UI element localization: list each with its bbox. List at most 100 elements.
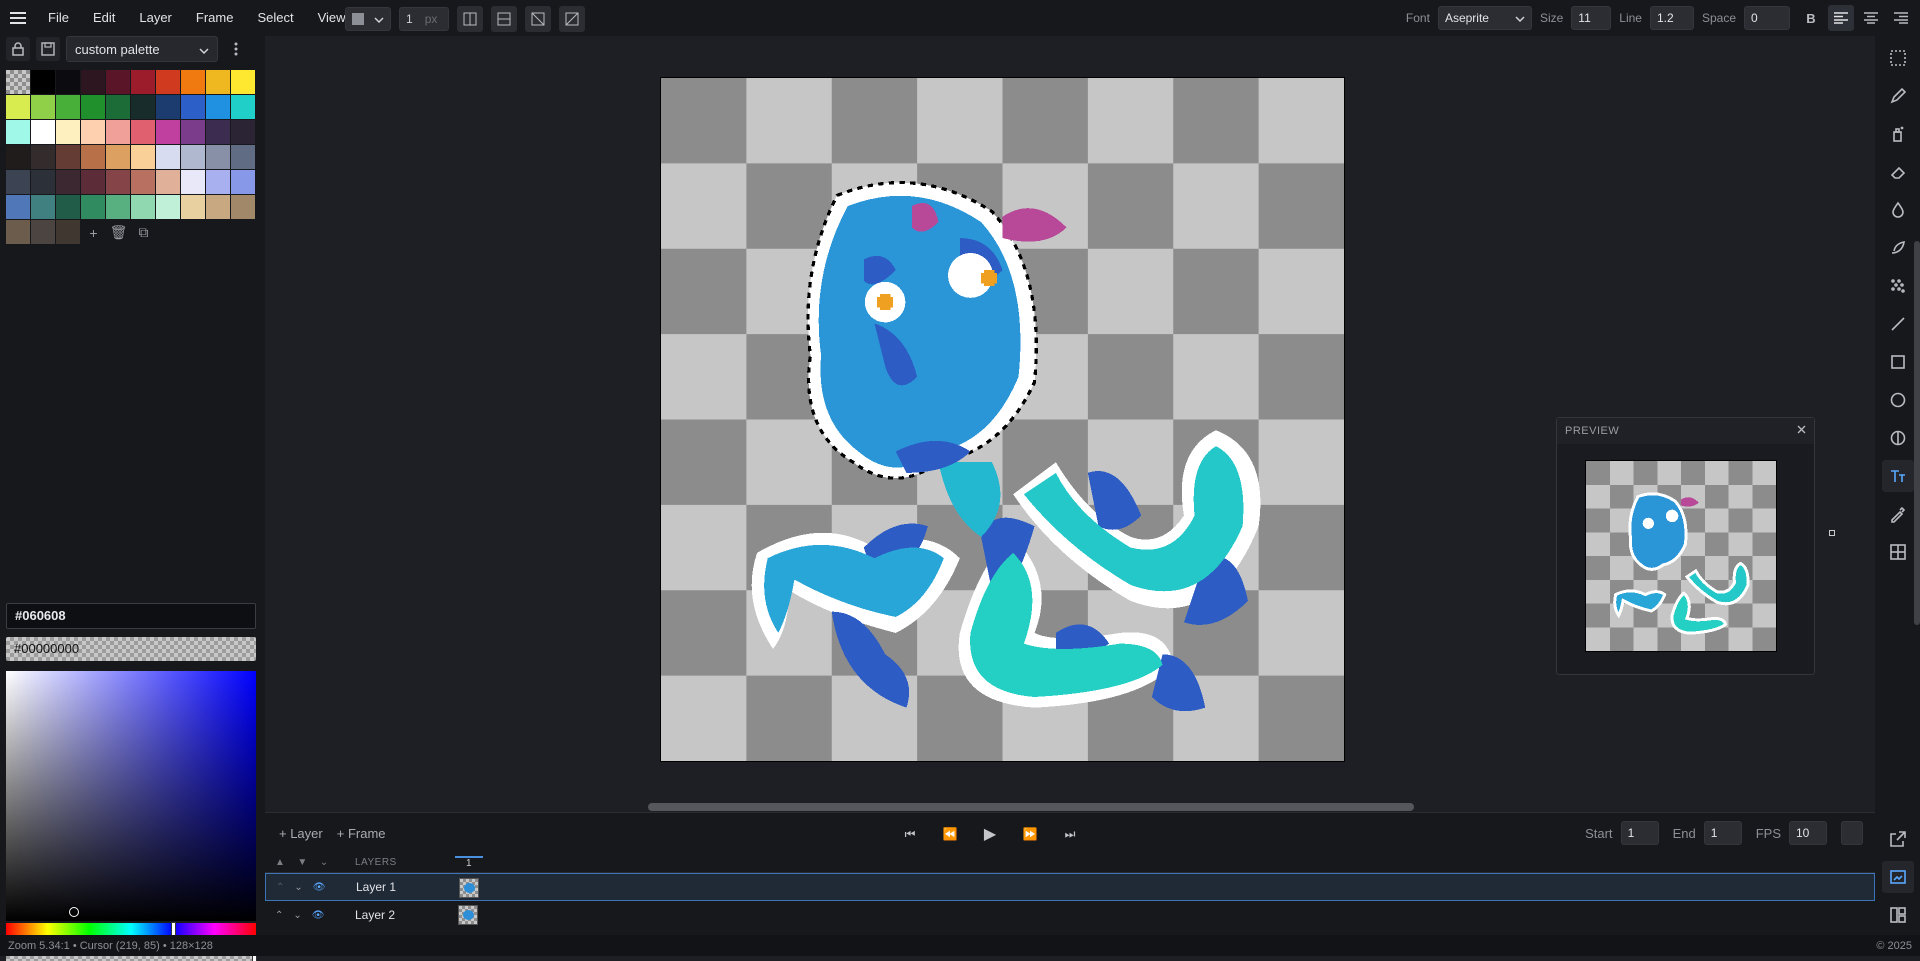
merge-down-icon[interactable]: ⌄	[320, 857, 329, 868]
palette-swatch[interactable]	[156, 70, 180, 94]
chevron-down-icon[interactable]: ⌄	[294, 882, 302, 893]
palette-swatch[interactable]	[156, 95, 180, 119]
horizontal-scrollbar[interactable]	[648, 803, 1414, 811]
line-height-input[interactable]: 1.2	[1649, 6, 1694, 30]
sv-picker-knob[interactable]	[69, 907, 79, 917]
more-options-icon[interactable]	[224, 37, 248, 61]
add-layer-button[interactable]: + Layer	[279, 826, 323, 841]
font-select[interactable]: Aseprite	[1437, 6, 1532, 30]
lock-icon[interactable]	[6, 37, 30, 61]
palette-swatch[interactable]	[206, 95, 230, 119]
dither-tool-icon[interactable]	[1882, 270, 1914, 302]
palette-swatch[interactable]	[156, 120, 180, 144]
layer-frame-thumbnail[interactable]	[458, 905, 478, 925]
palette-swatch[interactable]	[106, 120, 130, 144]
menu-select[interactable]: Select	[245, 0, 305, 36]
menu-file[interactable]: File	[36, 0, 81, 36]
palette-swatch[interactable]	[56, 145, 80, 169]
palette-swatch[interactable]	[81, 195, 105, 219]
palette-swatch[interactable]	[131, 195, 155, 219]
palette-swatch[interactable]	[106, 170, 130, 194]
palette-swatch[interactable]	[156, 145, 180, 169]
palette-swatch[interactable]	[31, 220, 55, 244]
end-frame-input[interactable]: 1	[1703, 821, 1742, 845]
eraser-tool-icon[interactable]	[1882, 156, 1914, 188]
export-icon[interactable]	[1882, 823, 1914, 855]
palette-swatch[interactable]	[206, 120, 230, 144]
palette-swatch[interactable]	[106, 195, 130, 219]
palette-swatch[interactable]	[31, 145, 55, 169]
palette-swatch[interactable]	[206, 145, 230, 169]
bold-button[interactable]: B	[1798, 5, 1824, 31]
transparent-swatch[interactable]	[6, 70, 30, 94]
preview-toggle-icon[interactable]	[1881, 861, 1914, 893]
play-icon[interactable]: ▶	[977, 821, 1003, 847]
drawing-canvas[interactable]	[660, 77, 1345, 762]
layer-frame-thumbnail[interactable]	[459, 878, 479, 898]
palette-swatch[interactable]	[131, 145, 155, 169]
palette-swatch[interactable]	[231, 70, 255, 94]
visibility-eye-icon[interactable]: 👁	[313, 882, 326, 893]
mirror-antidiagonal-icon[interactable]	[559, 6, 585, 32]
palette-swatch[interactable]	[56, 120, 80, 144]
fill-tool-icon[interactable]	[1882, 194, 1914, 226]
resize-handle[interactable]	[1829, 530, 1835, 536]
palette-swatch[interactable]	[31, 120, 55, 144]
palette-swatch[interactable]	[156, 195, 180, 219]
palette-swatch[interactable]	[206, 195, 230, 219]
palette-swatch[interactable]	[31, 195, 55, 219]
vertical-scrollbar[interactable]	[1914, 241, 1920, 625]
align-center-icon[interactable]	[1858, 5, 1884, 31]
ellipse-tool-icon[interactable]	[1882, 384, 1914, 416]
shading-tool-icon[interactable]	[1882, 422, 1914, 454]
layer-row[interactable]: ⌃ ⌄ 👁 Layer 2	[265, 901, 1875, 929]
palette-swatch[interactable]	[231, 95, 255, 119]
palette-swatch[interactable]	[6, 220, 30, 244]
palette-swatch[interactable]	[206, 170, 230, 194]
palette-swatch[interactable]	[6, 170, 30, 194]
add-color-icon[interactable]: +	[81, 221, 106, 245]
palette-swatch[interactable]	[81, 70, 105, 94]
palette-swatch[interactable]	[6, 195, 30, 219]
smudge-tool-icon[interactable]	[1882, 232, 1914, 264]
palette-swatch[interactable]	[181, 170, 205, 194]
palette-swatch[interactable]	[131, 95, 155, 119]
palette-swatch[interactable]	[231, 145, 255, 169]
primary-color-hex[interactable]: #060608	[6, 603, 256, 629]
palette-swatch[interactable]	[131, 120, 155, 144]
grid-tool-icon[interactable]	[1882, 536, 1914, 568]
menu-frame[interactable]: Frame	[184, 0, 246, 36]
layer-row[interactable]: ⌃ ⌄ 👁 Layer 1	[265, 873, 1875, 901]
palette-swatch[interactable]	[56, 195, 80, 219]
align-right-icon[interactable]	[1888, 5, 1914, 31]
palette-swatch[interactable]	[56, 70, 80, 94]
save-palette-icon[interactable]	[36, 37, 60, 61]
palette-swatch[interactable]	[106, 145, 130, 169]
next-frame-icon[interactable]: ⏩	[1017, 821, 1043, 847]
spray-tool-icon[interactable]	[1882, 118, 1914, 150]
palette-swatch[interactable]	[231, 170, 255, 194]
prev-frame-icon[interactable]: ⏪	[937, 821, 963, 847]
palette-swatch[interactable]	[181, 95, 205, 119]
palette-swatch[interactable]	[6, 120, 30, 144]
brush-shape-select[interactable]	[345, 7, 391, 31]
text-tool-icon[interactable]	[1881, 460, 1914, 492]
saturation-value-picker[interactable]	[6, 671, 256, 921]
palette-swatch[interactable]	[206, 70, 230, 94]
visibility-eye-icon[interactable]: 👁	[312, 910, 325, 921]
secondary-color-hex[interactable]: #00000000	[6, 637, 256, 661]
menu-edit[interactable]: Edit	[81, 0, 127, 36]
palette-select[interactable]: custom palette	[66, 36, 218, 62]
add-frame-button[interactable]: + Frame	[337, 826, 386, 841]
mirror-diagonal-icon[interactable]	[525, 6, 551, 32]
palette-swatch[interactable]	[181, 195, 205, 219]
mirror-vertical-icon[interactable]	[457, 6, 483, 32]
palette-swatch[interactable]	[31, 70, 55, 94]
rectangle-tool-icon[interactable]	[1882, 346, 1914, 378]
brush-size-input[interactable]: 1 px	[399, 7, 449, 31]
palette-swatch[interactable]	[81, 120, 105, 144]
palette-swatch[interactable]	[106, 95, 130, 119]
pencil-tool-icon[interactable]	[1882, 80, 1914, 112]
duplicate-color-icon[interactable]: ⧉	[131, 221, 156, 245]
line-tool-icon[interactable]	[1882, 308, 1914, 340]
